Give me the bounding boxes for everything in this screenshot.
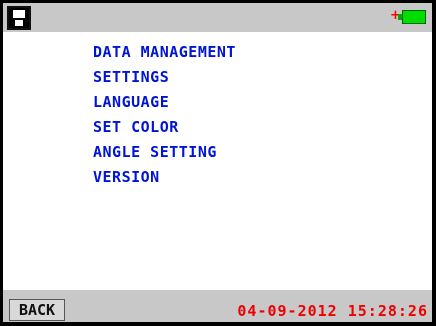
datetime-display: 04-09-2012 15:28:26 [237,302,428,320]
bottom-bar: BACK 04-09-2012 15:28:26 [3,290,432,322]
menu-item-set-color[interactable]: SET COLOR [93,115,236,140]
main-menu: DATA MANAGEMENT SETTINGS LANGUAGE SET CO… [93,40,236,190]
menu-item-language[interactable]: LANGUAGE [93,90,236,115]
menu-item-data-management[interactable]: DATA MANAGEMENT [93,40,236,65]
back-button[interactable]: BACK [9,299,65,321]
menu-item-angle-setting[interactable]: ANGLE SETTING [93,140,236,165]
battery-full-icon [402,10,426,24]
status-bar: + [3,3,432,32]
floppy-label-slot [15,20,23,26]
menu-item-settings[interactable]: SETTINGS [93,65,236,90]
main-menu-panel: DATA MANAGEMENT SETTINGS LANGUAGE SET CO… [3,32,432,290]
battery-indicator: + [390,8,426,26]
device-screen: + DATA MANAGEMENT SETTINGS LANGUAGE SET … [3,3,432,322]
menu-item-version[interactable]: VERSION [93,165,236,190]
floppy-shutter [13,10,25,18]
floppy-disk-icon[interactable] [7,6,31,30]
